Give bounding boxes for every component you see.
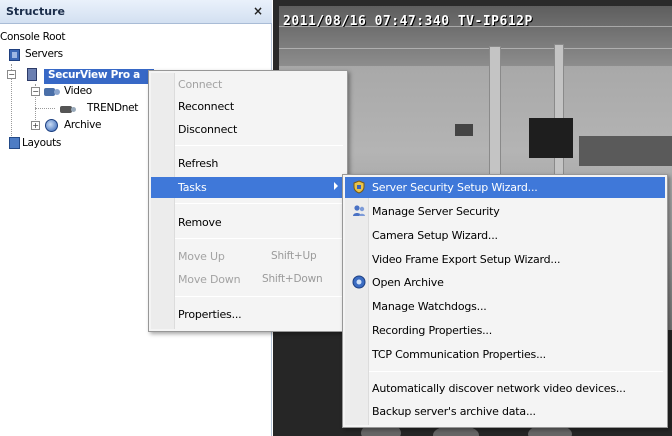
video-icon [44, 85, 60, 97]
menu-item-manage-watchdogs[interactable]: Manage Watchdogs... [345, 296, 665, 317]
menu-item-label: Refresh [178, 157, 219, 170]
panel-title: Structure [6, 5, 65, 18]
menu-item-label: Reconnect [178, 100, 234, 113]
submenu-arrow-icon [334, 182, 338, 190]
menu-item-auto-discover-devices[interactable]: Automatically discover network video dev… [345, 378, 665, 399]
menu-item-recording-properties[interactable]: Recording Properties... [345, 320, 665, 341]
tree-item-label: Layouts [22, 137, 62, 149]
menu-item-label: Properties... [178, 308, 242, 321]
camera-osd-text: 2011/08/16 07:47:340 TV-IP612P [283, 14, 533, 29]
menu-item-tasks[interactable]: Tasks [151, 177, 345, 198]
menu-item-label: Video Frame Export Setup Wizard... [372, 253, 561, 266]
shield-wizard-icon [352, 180, 366, 194]
video-scene-detail [489, 46, 501, 186]
menu-item-label: TCP Communication Properties... [372, 348, 546, 361]
collapse-icon[interactable]: − [7, 70, 16, 79]
tree-item-label: Video [64, 85, 92, 97]
server-icon [27, 68, 37, 81]
menu-item-connect[interactable]: Connect [151, 74, 345, 95]
tasks-submenu: Server Security Setup Wizard... Manage S… [342, 174, 668, 428]
menu-item-remove[interactable]: Remove [151, 212, 345, 233]
menu-item-label: Manage Server Security [372, 205, 500, 218]
menu-item-tcp-communication-properties[interactable]: TCP Communication Properties... [345, 344, 665, 365]
menu-item-label: Backup server's archive data... [372, 405, 536, 418]
menu-item-server-security-setup-wizard[interactable]: Server Security Setup Wizard... [345, 177, 665, 198]
menu-item-label: Camera Setup Wizard... [372, 229, 498, 242]
menu-separator [175, 238, 343, 239]
menu-item-video-frame-export-setup-wizard[interactable]: Video Frame Export Setup Wizard... [345, 249, 665, 270]
menu-item-move-down[interactable]: Move Down Shift+Down [151, 269, 345, 290]
menu-item-label: Recording Properties... [372, 324, 492, 337]
tree-item-label: Console Root [0, 31, 66, 43]
menu-item-label: Move Down [178, 273, 241, 286]
menu-item-label: Manage Watchdogs... [372, 300, 487, 313]
menu-item-disconnect[interactable]: Disconnect [151, 119, 345, 140]
tree-item-video[interactable]: − Video [0, 84, 140, 101]
menu-separator [369, 371, 663, 372]
tree-item-servers[interactable]: Servers [0, 47, 140, 64]
structure-panel-header: Structure × [0, 0, 272, 24]
menu-separator [175, 145, 343, 146]
tree-item-console-root[interactable]: Console Root [0, 30, 140, 47]
servers-folder-icon [9, 49, 20, 61]
menu-item-manage-server-security[interactable]: Manage Server Security [345, 201, 665, 222]
menu-separator [175, 296, 343, 297]
menu-item-label: Move Up [178, 250, 225, 263]
layouts-icon [9, 137, 20, 149]
camera-icon [60, 104, 76, 115]
menu-item-camera-setup-wizard[interactable]: Camera Setup Wizard... [345, 225, 665, 246]
tree-item-layouts[interactable]: Layouts [0, 136, 140, 153]
menu-item-label: Connect [178, 78, 223, 91]
expand-icon[interactable]: + [31, 121, 40, 130]
menu-item-open-archive[interactable]: Open Archive [345, 272, 665, 293]
tree-item-label: Servers [25, 48, 63, 60]
menu-item-reconnect[interactable]: Reconnect [151, 96, 345, 117]
menu-item-label: Disconnect [178, 123, 238, 136]
security-users-icon [352, 204, 366, 218]
menu-item-backup-archive-data[interactable]: Backup server's archive data... [345, 401, 665, 422]
archive-icon [352, 275, 366, 289]
menu-item-label: Tasks [178, 181, 207, 194]
menu-item-properties[interactable]: Properties... [151, 304, 345, 325]
tree-item-camera[interactable]: TRENDnet [0, 101, 160, 118]
tree-item-label: Archive [64, 119, 102, 131]
menu-item-label: Server Security Setup Wizard... [372, 181, 538, 194]
tree-item-label: TRENDnet [87, 102, 139, 114]
menu-separator [175, 203, 343, 204]
video-scene-detail [279, 48, 672, 49]
context-menu: Connect Reconnect Disconnect Refresh Tas… [148, 70, 348, 332]
menu-item-label: Open Archive [372, 276, 444, 289]
video-scene-detail [455, 124, 473, 136]
tree-item-label: SecurView Pro a [48, 69, 140, 81]
menu-item-refresh[interactable]: Refresh [151, 153, 345, 174]
video-scene-detail [579, 136, 672, 166]
collapse-icon[interactable]: − [31, 87, 40, 96]
menu-item-label: Remove [178, 216, 222, 229]
video-scene-detail [529, 118, 573, 158]
tree-item-archive[interactable]: + Archive [0, 118, 140, 135]
tree-item-server[interactable]: − SecurView Pro a [0, 67, 160, 84]
archive-icon [45, 119, 58, 132]
menu-item-move-up[interactable]: Move Up Shift+Up [151, 246, 345, 267]
close-icon[interactable]: × [253, 4, 263, 18]
menu-item-shortcut: Shift+Up [271, 250, 317, 262]
menu-item-shortcut: Shift+Down [262, 273, 323, 285]
menu-item-label: Automatically discover network video dev… [372, 382, 626, 395]
